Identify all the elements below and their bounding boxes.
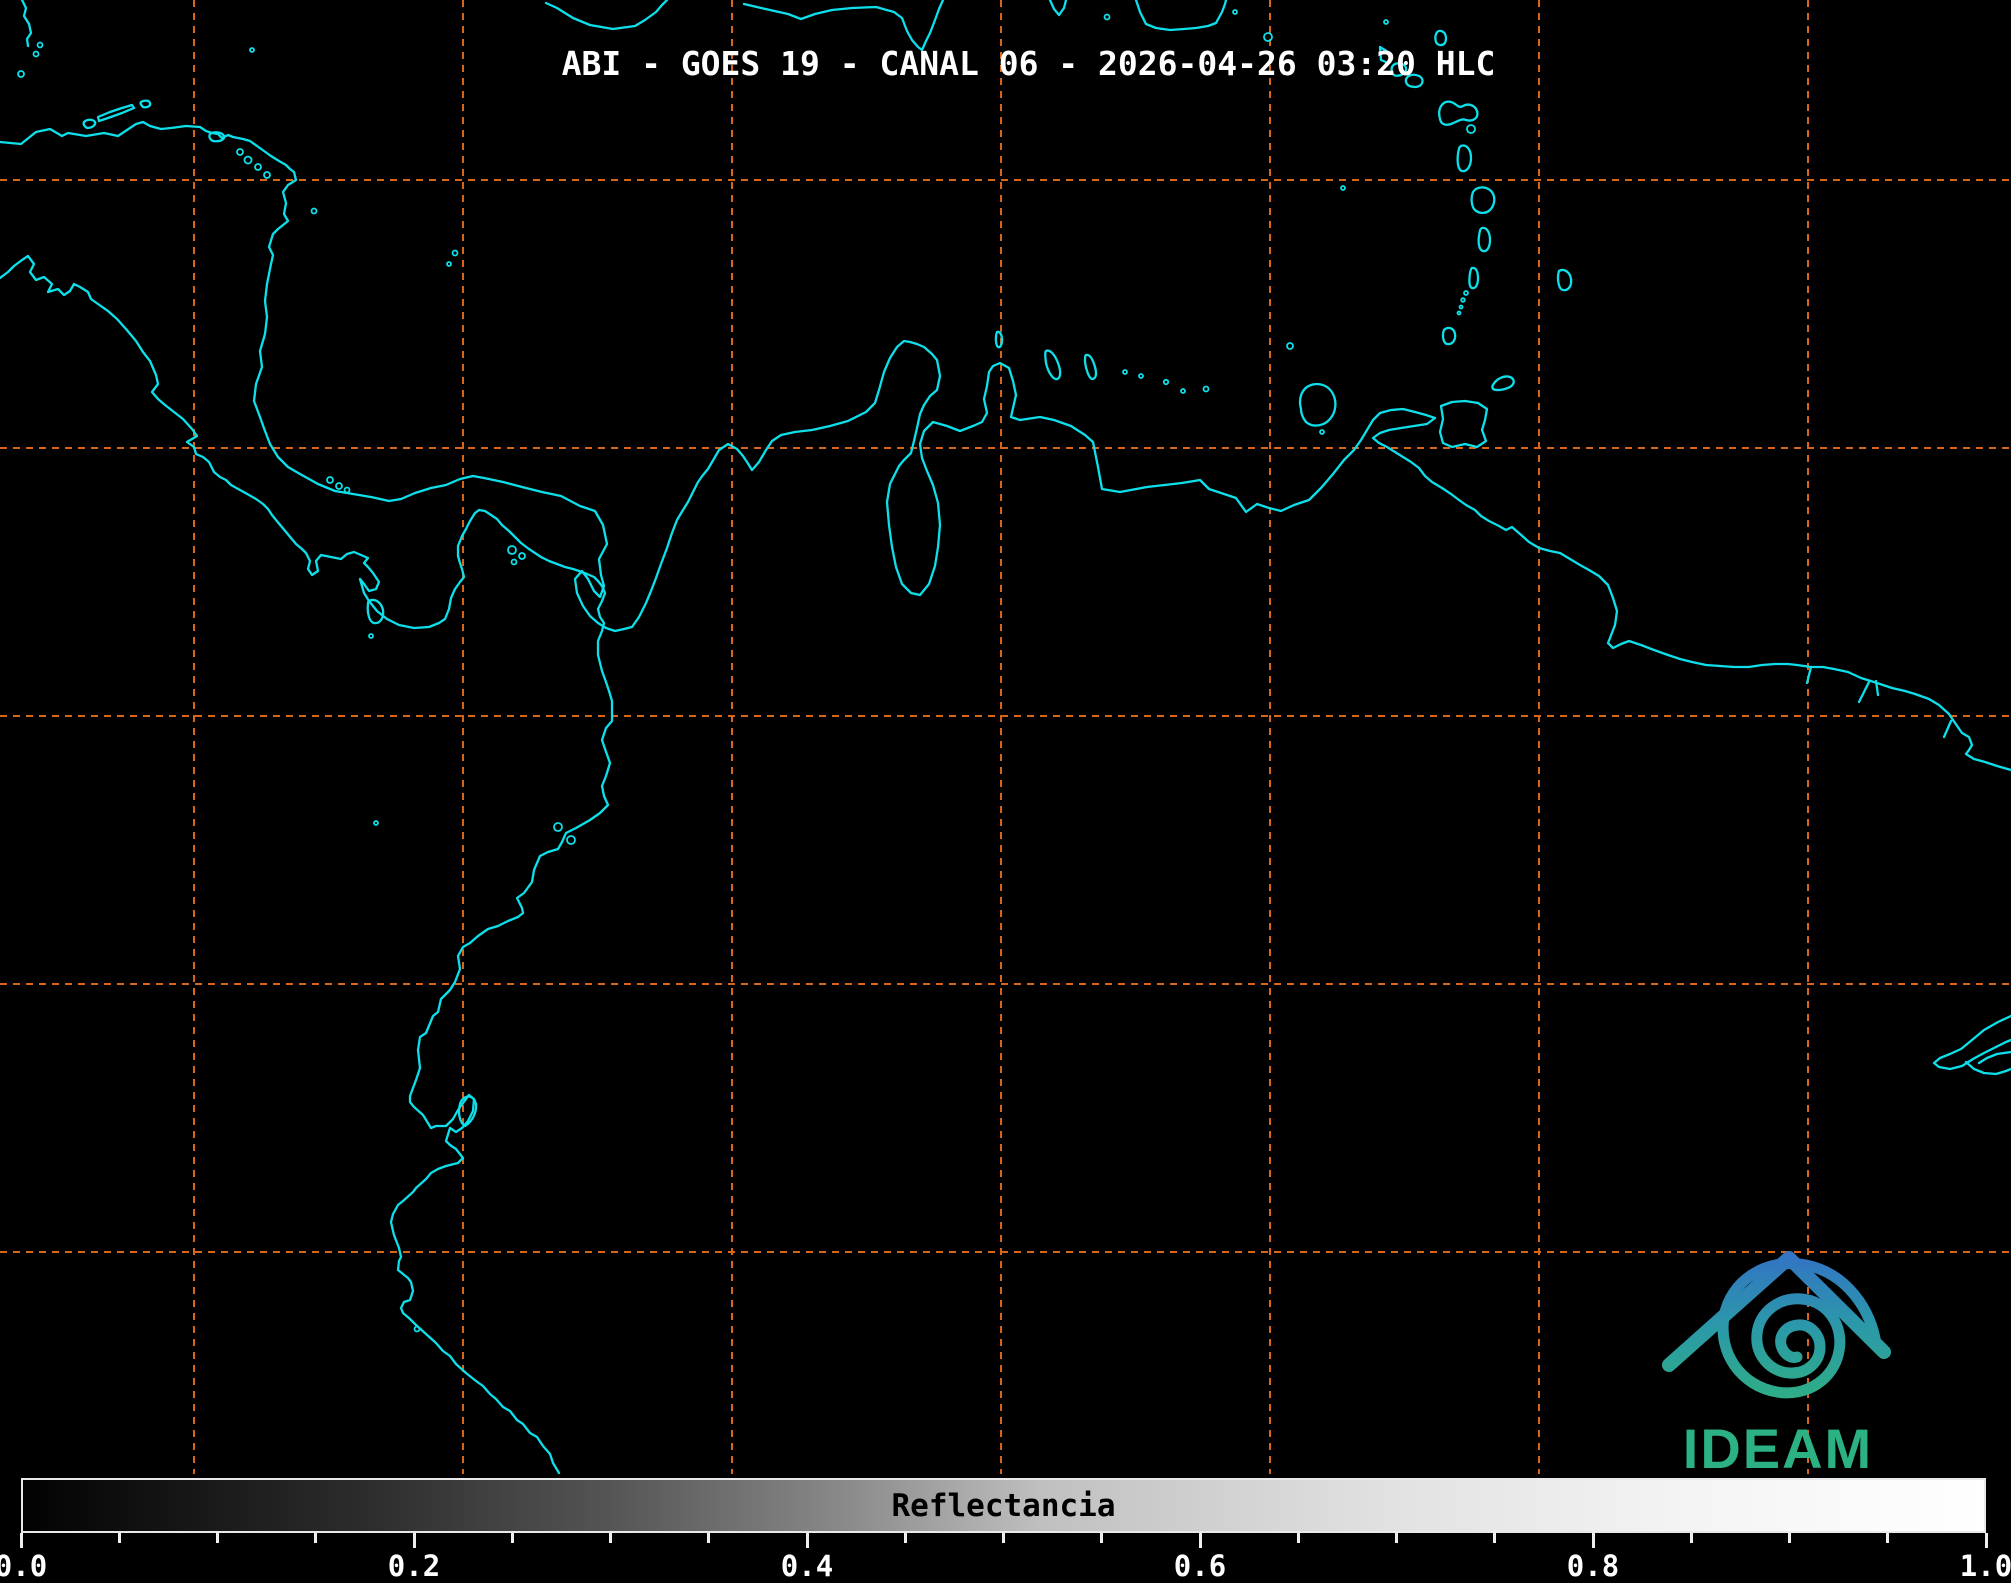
coastline [0,120,2011,772]
island [1232,9,1238,15]
island [518,552,526,560]
island [254,163,262,171]
satellite-map-figure: ABI - GOES 19 - CANAL 06 - 2026-04-26 03… [0,0,2011,1583]
colorbar-minor-tick [1689,1533,1693,1543]
coastline [544,0,669,31]
colorbar-minor-tick [510,1533,514,1543]
island [1463,290,1469,296]
coastline [1438,399,1489,449]
coastline [20,0,33,48]
small-islands [17,9,1476,1333]
island [413,1325,421,1333]
ideam-logo: IDEAM [1662,1251,1891,1480]
colorbar-minor-tick [1002,1533,1005,1543]
coastline [1805,665,1953,739]
colorbar-minor-tick [903,1533,907,1543]
colorbar-tick-label: 0.2 [387,1549,441,1583]
colorbar-major-tick [1984,1533,1988,1548]
island [32,50,40,58]
colorbar-tick-labels: 0.0 0.2 0.4 0.6 0.8 1.0 [0,1549,2011,1583]
colorbar-tick-label: 0.8 [1566,1549,1620,1583]
island [451,249,459,257]
island [263,171,271,179]
colorbar-tick-label: 0.4 [780,1549,834,1583]
island [446,261,452,267]
colorbar-minor-tick [609,1533,612,1543]
colorbar-minor-tick [1493,1533,1497,1543]
island [373,820,379,826]
coastline [1048,0,1228,32]
colorbar-minor-tick [1788,1533,1791,1543]
colorbar-minor-tick [1886,1533,1890,1543]
coastline [82,99,226,143]
colorbar-major-tick [19,1533,23,1548]
island [343,486,351,494]
island [510,558,518,566]
island [310,207,318,215]
colorbar: Reflectancia 0.0 0.2 0.4 0.6 0.8 1.0 [0,1478,2011,1583]
island [1286,342,1294,350]
colorbar-major-tick [1591,1533,1595,1548]
colorbar-minor-tick [314,1533,318,1543]
island [1466,124,1476,134]
island [566,835,576,845]
coastline [0,254,614,1475]
island [326,476,334,484]
island [1319,429,1325,435]
island [243,155,253,165]
island [368,633,374,639]
island [1460,297,1466,303]
island [17,70,25,78]
island [1263,32,1273,42]
image-title: ABI - GOES 19 - CANAL 06 - 2026-04-26 03… [561,44,1496,83]
island [507,545,517,555]
island [553,822,563,832]
colorbar-label: Reflectancia [891,1487,1116,1524]
colorbar-minor-tick [1100,1533,1104,1543]
island [236,148,244,156]
colorbar-minor-tick [1395,1533,1398,1543]
colorbar-minor-tick [117,1533,121,1543]
island [1162,378,1170,386]
island [1456,310,1462,316]
coastline [1298,375,1515,427]
island [1138,373,1144,379]
colorbar-ticks [19,1533,1988,1549]
island [335,482,343,490]
colorbar-minor-tick [1296,1533,1300,1543]
colorbar-tick-label: 0.0 [0,1549,48,1583]
island [1383,19,1389,25]
coastline [742,0,945,52]
island [1103,13,1111,21]
colorbar-major-tick [412,1533,416,1548]
island [1180,388,1186,394]
island [1340,185,1346,191]
colorbar-major-tick [805,1533,809,1548]
colorbar-minor-tick [216,1533,219,1543]
satellite-product-page: { "title": "ABI - GOES 19 - CANAL 06 - 2… [0,0,2011,1583]
island [1458,304,1464,310]
coastline [1932,1014,2011,1076]
colorbar-tick-label: 1.0 [1959,1549,2011,1583]
logo-wordmark: IDEAM [1683,1417,1873,1480]
island [1122,369,1128,375]
colorbar-minor-tick [707,1533,711,1543]
colorbar-major-tick [1198,1533,1202,1548]
island [36,41,44,49]
colorbar-tick-label: 0.6 [1173,1549,1227,1583]
island [1202,385,1210,393]
